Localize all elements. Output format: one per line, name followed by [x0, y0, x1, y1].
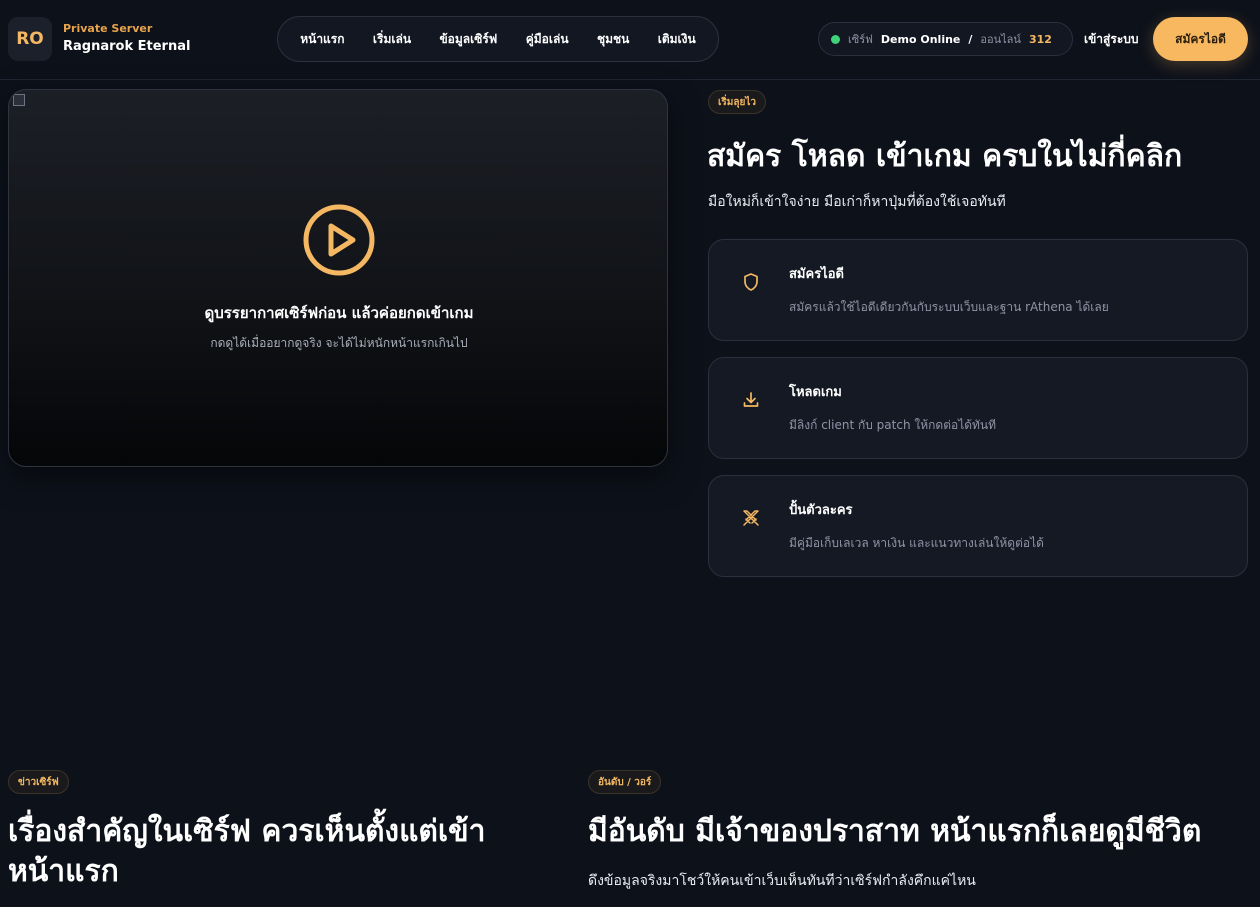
nav-item-home[interactable]: หน้าแรก: [300, 30, 344, 49]
site-header: RO Private Server Ragnarok Eternal หน้าแ…: [0, 0, 1260, 80]
step-title: สมัครไอดี: [789, 267, 844, 282]
status-online-count: 312: [1028, 32, 1052, 46]
video-subtitle: กดดูได้เมื่ออยากดูจริง จะได้ไม่หนักหน้าแ…: [210, 336, 468, 350]
quick-start-badge: เริ่มลุยไว: [708, 90, 767, 114]
main-nav: หน้าแรก เริ่มเล่น ข้อมูลเซิร์ฟ คู่มือเล่…: [277, 16, 719, 62]
step-description: มีคู่มือเก็บเลเวล หาเงิน และแนวทางเล่นให…: [789, 536, 1044, 550]
step-title: โหลดเกม: [789, 385, 842, 400]
ranking-subtitle: ดึงข้อมูลจริงมาโชว์ให้คนเข้าเว็บเห็นทันท…: [588, 873, 976, 889]
status-online-dot: [831, 34, 840, 44]
shield-icon: [744, 273, 758, 291]
login-link[interactable]: เข้าสู่ระบบ: [1084, 30, 1139, 49]
brand-subtitle: Private Server: [63, 22, 153, 35]
ranking-badge: อันดับ / วอร์: [588, 770, 662, 794]
download-icon: [743, 392, 759, 407]
nav-item-topup[interactable]: เติมเงิน: [658, 30, 696, 49]
news-title: เรื่องสำคัญในเซิร์ฟ ควรเห็นตั้งแต่เข้าหน…: [8, 814, 486, 889]
news-badge: ข่าวเซิร์ฟ: [8, 770, 69, 794]
brand-name[interactable]: Ragnarok Eternal: [63, 39, 190, 54]
video-card[interactable]: ดูบรรยากาศเซิร์ฟก่อน แล้วค่อยกดเข้าเกม ก…: [8, 89, 668, 467]
broken-image-icon: [13, 94, 25, 106]
nav-item-community[interactable]: ชุมชน: [597, 30, 629, 49]
status-separator: /: [968, 32, 973, 46]
status-server-value: Demo Online: [880, 32, 961, 46]
step-card-download[interactable]: โหลดเกม มีลิงก์ client กับ patch ให้กดต่…: [708, 357, 1248, 459]
nav-item-guide[interactable]: คู่มือเล่น: [526, 30, 569, 49]
swords-icon: [743, 510, 759, 526]
logo[interactable]: RO: [8, 17, 52, 61]
step-card-register[interactable]: สมัครไอดี สมัครแล้วใช้ไอดีเดียวกันกับระบ…: [708, 239, 1248, 341]
nav-item-start[interactable]: เริ่มเล่น: [373, 30, 411, 49]
server-status: เซิร์ฟ Demo Online / ออนไลน์ 312: [818, 22, 1073, 56]
step-description: สมัครแล้วใช้ไอดีเดียวกันกับระบบเว็บและฐา…: [789, 300, 1109, 314]
ranking-title: มีอันดับ มีเจ้าของปราสาท หน้าแรกก็เลยดูม…: [588, 814, 1202, 849]
register-button[interactable]: สมัครไอดี: [1153, 17, 1248, 61]
quick-start-title: สมัคร โหลด เข้าเกม ครบในไม่กี่คลิก: [707, 139, 1183, 174]
video-title: ดูบรรยากาศเซิร์ฟก่อน แล้วค่อยกดเข้าเกม: [204, 304, 474, 322]
quick-start-subtitle: มือใหม่ก็เข้าใจง่าย มือเก่าก็หาปุ่มที่ต้…: [708, 194, 1006, 210]
play-circle-icon[interactable]: [301, 202, 377, 278]
step-description: มีลิงก์ client กับ patch ให้กดต่อได้ทันท…: [789, 418, 997, 432]
status-online-label: ออนไลน์: [980, 33, 1021, 46]
status-server-label: เซิร์ฟ: [848, 33, 873, 46]
step-title: ปั้นตัวละคร: [789, 503, 853, 518]
step-card-character[interactable]: ปั้นตัวละคร มีคู่มือเก็บเลเวล หาเงิน และ…: [708, 475, 1248, 577]
nav-item-server-info[interactable]: ข้อมูลเซิร์ฟ: [439, 30, 497, 49]
